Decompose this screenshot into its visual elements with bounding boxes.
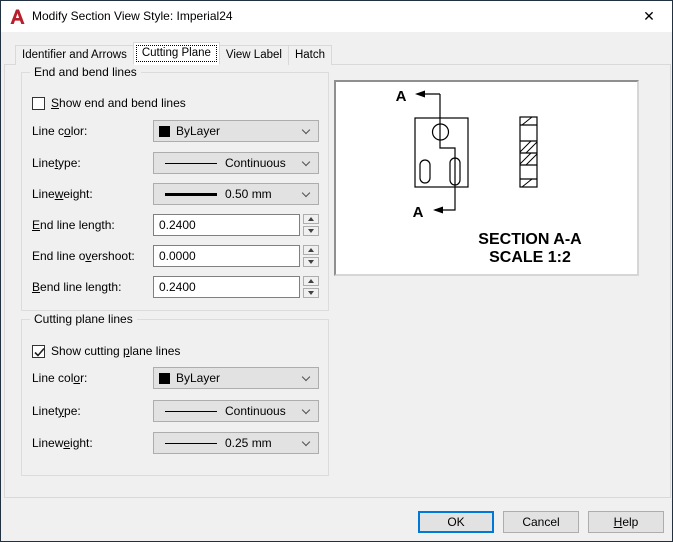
linetype-select[interactable]: Continuous [153, 400, 319, 422]
continuous-line-sample [165, 410, 217, 412]
show-cutting-plane-lines-checkbox[interactable] [32, 345, 45, 358]
end-line-length-spinner [303, 214, 319, 236]
linetype-select[interactable]: Continuous [153, 152, 319, 174]
spin-up-button[interactable] [303, 276, 319, 286]
bend-line-length-input[interactable]: 0.2400 [153, 276, 300, 298]
close-icon[interactable]: ✕ [626, 1, 672, 32]
chevron-down-icon [301, 405, 311, 415]
tab-identifier-and-arrows[interactable]: Identifier and Arrows [15, 45, 134, 65]
color-swatch [159, 125, 170, 137]
group-title: Cutting plane lines [30, 312, 137, 326]
linetype-label: Linetype: [32, 404, 81, 418]
lineweight-select[interactable]: 0.50 mm [153, 183, 319, 205]
bend-line-length-spinner [303, 276, 319, 298]
end-line-length-label: End line length: [32, 218, 115, 232]
chevron-down-icon [301, 372, 311, 382]
line-color-select[interactable]: ByLayer [153, 367, 319, 389]
spin-down-button[interactable] [303, 226, 319, 236]
triangle-down-icon [308, 260, 314, 264]
lineweight-label: Lineweight: [32, 436, 93, 450]
triangle-up-icon [308, 217, 314, 221]
thin-line-sample [165, 442, 217, 444]
triangle-up-icon [308, 248, 314, 252]
help-button[interactable]: Help [588, 511, 664, 533]
color-swatch [159, 372, 170, 384]
autocad-logo-icon [9, 9, 26, 25]
show-end-and-bend-lines-label: Show end and bend lines [51, 96, 186, 110]
modify-section-view-style-dialog: Modify Section View Style: Imperial24 ✕ … [0, 0, 673, 542]
line-color-select[interactable]: ByLayer [153, 120, 319, 142]
chevron-down-icon [301, 125, 311, 135]
spin-down-button[interactable] [303, 257, 319, 267]
spin-up-button[interactable] [303, 214, 319, 224]
linetype-label: Linetype: [32, 156, 81, 170]
chevron-down-icon [301, 437, 311, 447]
end-line-overshoot-label: End line overshoot: [32, 249, 135, 263]
tab-strip: Identifier and Arrows Cutting Plane View… [15, 42, 332, 65]
group-title: End and bend lines [30, 65, 141, 79]
line-color-label: Line color: [32, 371, 88, 385]
style-preview: A A SECTION A-A SCALE 1:2 [334, 80, 639, 276]
triangle-down-icon [308, 229, 314, 233]
thick-line-sample [165, 192, 217, 196]
arrow-left-icon [433, 206, 443, 214]
section-view-preview-drawing: A A SECTION A-A SCALE 1:2 [396, 88, 583, 266]
spin-up-button[interactable] [303, 245, 319, 255]
show-end-and-bend-lines-checkbox[interactable] [32, 97, 45, 110]
triangle-down-icon [308, 291, 314, 295]
end-line-length-input[interactable]: 0.2400 [153, 214, 300, 236]
end-line-overshoot-input[interactable]: 0.0000 [153, 245, 300, 267]
cut-label-bottom: A [413, 204, 424, 221]
continuous-line-sample [165, 162, 217, 164]
triangle-up-icon [308, 279, 314, 283]
scale-caption: SCALE 1:2 [489, 249, 571, 266]
spin-down-button[interactable] [303, 288, 319, 298]
tab-hatch[interactable]: Hatch [287, 45, 332, 65]
cancel-button[interactable]: Cancel [503, 511, 579, 533]
bend-line-length-label: Bend line length: [32, 280, 122, 294]
tab-view-label[interactable]: View Label [218, 45, 289, 65]
end-line-overshoot-spinner [303, 245, 319, 267]
window-title: Modify Section View Style: Imperial24 [32, 9, 233, 23]
lineweight-label: Lineweight: [32, 187, 93, 201]
show-cutting-plane-lines-label: Show cutting plane lines [51, 344, 181, 358]
title-bar: Modify Section View Style: Imperial24 ✕ [1, 1, 672, 32]
section-caption: SECTION A-A [478, 231, 582, 248]
lineweight-select[interactable]: 0.25 mm [153, 432, 319, 454]
chevron-down-icon [301, 157, 311, 167]
ok-button[interactable]: OK [418, 511, 494, 533]
cut-label-top: A [396, 88, 407, 105]
tab-cutting-plane[interactable]: Cutting Plane [132, 42, 220, 65]
chevron-down-icon [301, 188, 311, 198]
line-color-label: Line color: [32, 124, 88, 138]
